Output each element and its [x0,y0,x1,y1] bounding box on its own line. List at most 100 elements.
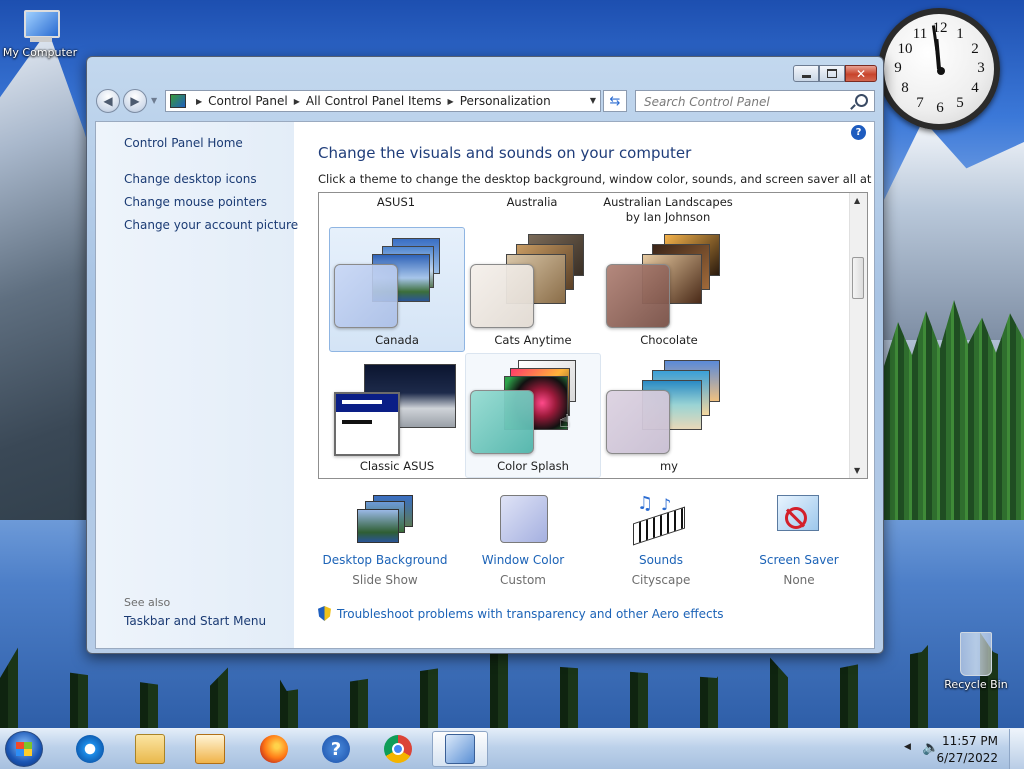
search-input[interactable] [642,92,846,112]
classic-title-line [342,400,382,404]
change-desktop-icons-link[interactable]: Change desktop icons [124,172,257,186]
taskbar-help[interactable]: ? [308,731,364,767]
clock-time[interactable]: 11:57 PM [942,734,998,748]
page-title: Change the visuals and sounds on your co… [318,144,692,162]
scroll-down-icon[interactable]: ▼ [854,466,860,475]
minimize-button[interactable] [793,65,819,82]
forward-arrow-icon: ▶ [130,94,140,108]
theme-tile-canada[interactable]: Canada [329,227,465,352]
taskbar-chrome[interactable] [370,731,426,767]
chevron-right-icon[interactable]: ▶ [196,97,202,106]
recycle-bin-desktop-icon[interactable]: Recycle Bin [938,632,1014,691]
show-desktop-button[interactable] [1009,729,1024,769]
taskbar-start-menu-link[interactable]: Taskbar and Start Menu [124,614,266,628]
instructions-text: Click a theme to change the desktop back… [318,172,875,186]
windows-logo-icon [16,742,32,756]
search-box[interactable] [635,90,875,112]
theme-tile-chocolate[interactable]: Chocolate [601,227,737,352]
desktop-background-setting[interactable]: Desktop Background Slide Show [310,493,460,587]
navigation-bar: ◀ ▶ ▼ ▶ Control Panel ▶ All Control Pane… [95,89,875,115]
desktop-background-label[interactable]: Desktop Background [310,553,460,567]
clock-date[interactable]: 6/27/2022 [936,751,998,765]
theme-window-color-swatch [470,390,534,454]
change-mouse-pointers-link[interactable]: Change mouse pointers [124,195,267,209]
clock-number: 10 [897,41,913,57]
troubleshoot-link[interactable]: Troubleshoot problems with transparency … [318,606,724,621]
breadcrumb-control-panel[interactable]: Control Panel [208,94,288,108]
clock-number: 5 [956,95,964,111]
window-color-icon [493,493,553,547]
refresh-icon: ⇆ [609,93,621,109]
maximize-button[interactable] [819,65,845,82]
theme-name: Cats Anytime [494,333,572,347]
window-color-value: Custom [500,573,546,587]
breadcrumb-all-items[interactable]: All Control Panel Items [306,94,442,108]
taskbar-control-panel[interactable] [432,731,488,767]
clock-number: 11 [912,26,928,42]
chevron-right-icon[interactable]: ▶ [294,97,300,106]
clock-number: 2 [971,41,979,57]
scrollbar-thumb[interactable] [852,257,864,299]
window-color-setting[interactable]: Window Color Custom [448,493,598,587]
classic-text-line [342,420,372,424]
sounds-icon: ♫ ♪ [631,493,691,547]
hand-cursor-icon: ☝ [559,411,570,432]
theme-category-label[interactable]: Australian Landscapes by Ian Johnson [601,195,735,225]
close-icon: ✕ [855,66,867,81]
close-button[interactable]: ✕ [845,65,877,82]
screen-saver-label[interactable]: Screen Saver [724,553,874,567]
refresh-button[interactable]: ⇆ [603,90,627,112]
taskbar-windows-explorer[interactable] [122,731,178,767]
search-icon[interactable] [855,94,868,107]
clock-number: 1 [956,26,964,42]
client-area: Control Panel Home Change desktop icons … [95,121,875,649]
theme-tile-classic-asus[interactable]: Classic ASUS [329,353,465,478]
my-computer-desktop-icon[interactable]: My Computer [0,10,80,59]
theme-tile-my[interactable]: my [601,353,737,478]
theme-window-color-swatch [470,264,534,328]
sounds-label[interactable]: Sounds [586,553,736,567]
theme-category-label[interactable]: Australia [465,195,599,210]
minimize-icon [801,75,811,78]
clock-gadget[interactable]: 12 1 2 3 4 5 6 7 8 9 10 11 [878,8,1000,130]
clock-number: 6 [936,100,944,116]
scroll-up-icon[interactable]: ▲ [854,196,860,205]
personalization-window[interactable]: ✕ ◀ ▶ ▼ ▶ Control Panel ▶ All Control Pa… [86,56,884,654]
theme-name: Chocolate [640,333,698,347]
taskbar-media-player[interactable] [182,731,238,767]
taskbar: ? ◀ 🔈 11:57 PM 6/27/2022 [0,728,1024,769]
clock-number: 4 [971,80,979,96]
recent-pages-dropdown[interactable]: ▼ [151,96,157,105]
sounds-setting[interactable]: ♫ ♪ Sounds Cityscape [586,493,736,587]
control-panel-home-link[interactable]: Control Panel Home [124,136,243,150]
chevron-right-icon[interactable]: ▶ [448,97,454,106]
back-button[interactable]: ◀ [96,89,120,113]
forward-button[interactable]: ▶ [123,89,147,113]
breadcrumb-personalization[interactable]: Personalization [460,94,551,108]
theme-tile-cats-anytime[interactable]: Cats Anytime [465,227,601,352]
chrome-icon [384,735,412,763]
theme-list[interactable]: ASUS1 Australia Australian Landscapes by… [318,192,868,479]
screen-saver-icon [769,493,829,547]
control-panel-icon [170,94,186,108]
window-color-label[interactable]: Window Color [448,553,598,567]
theme-name: my [659,459,678,473]
shield-icon [318,606,331,621]
taskbar-internet-explorer[interactable] [62,731,118,767]
screen-saver-setting[interactable]: Screen Saver None [724,493,874,587]
help-icon[interactable]: ? [851,125,866,140]
theme-name: Canada [375,333,419,347]
address-dropdown-icon[interactable]: ▼ [590,96,596,105]
start-button[interactable] [5,731,43,767]
address-bar[interactable]: ▶ Control Panel ▶ All Control Panel Item… [165,90,601,112]
clock-number: 3 [977,60,985,76]
show-hidden-icons-icon[interactable]: ◀ [904,742,911,752]
theme-category-label[interactable]: ASUS1 [329,195,463,210]
troubleshoot-link-text[interactable]: Troubleshoot problems with transparency … [337,607,724,621]
theme-tile-color-splash[interactable]: Color Splash [465,353,601,478]
taskbar-firefox[interactable] [246,731,302,767]
help-icon: ? [322,735,350,763]
change-account-picture-link[interactable]: Change your account picture [124,218,298,232]
window-controls: ✕ [793,65,877,82]
theme-list-scrollbar[interactable]: ▲ ▼ [849,193,867,478]
